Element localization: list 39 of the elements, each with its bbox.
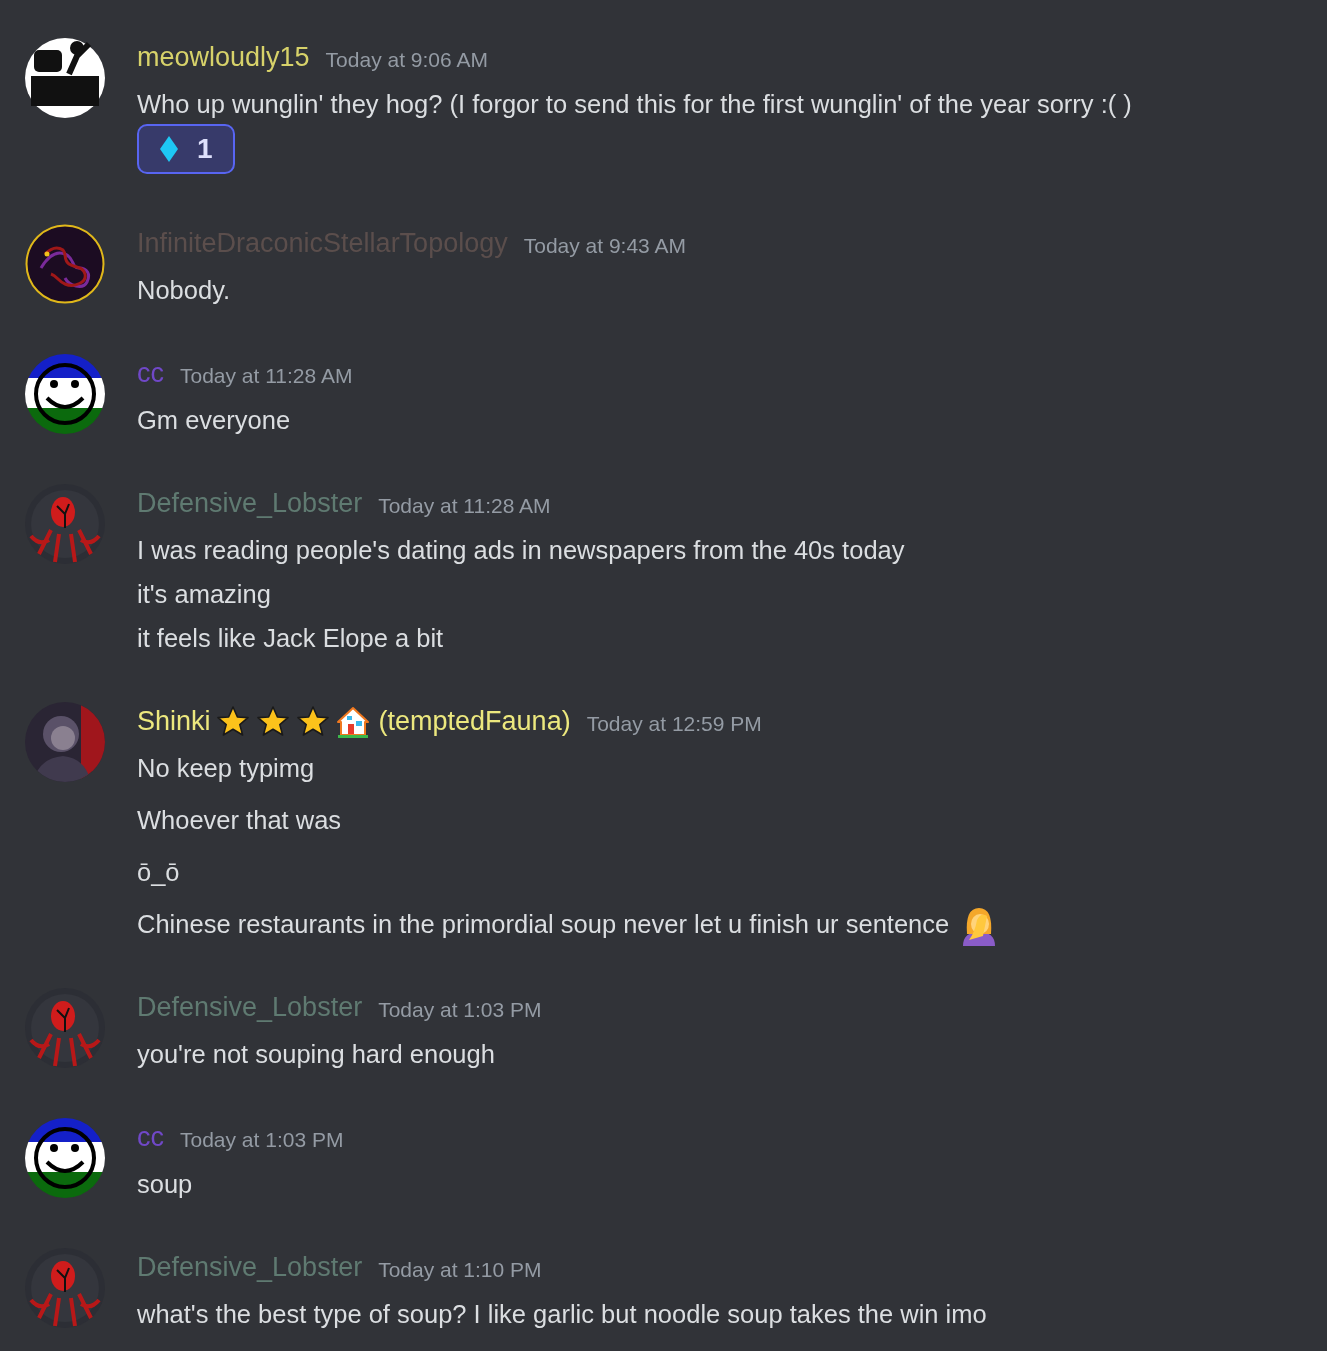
reaction-button[interactable]: 1 [137,124,235,174]
author-name[interactable]: (temptedFauna) [378,707,571,737]
smiley-avatar-icon[interactable] [25,1118,105,1198]
author-name[interactable]: Shinki [137,707,211,737]
house-icon [334,704,371,740]
message-text: No keep typimg [137,753,315,784]
message-text: it feels like Jack Elope a bit [137,623,444,654]
lobster-avatar-icon[interactable] [25,1248,105,1328]
message-text: Gm everyone [137,405,291,436]
timestamp: Today at 9:43 AM [523,232,686,259]
lobster-avatar-icon[interactable] [25,484,105,564]
message-text: Who up wunglin' they hog? (I forgor to send this for the first wunglin' of the year sorry :( ) [137,89,1132,120]
author-name[interactable]: cc [137,359,164,389]
message-text: Whoever that was [137,805,342,836]
author-name[interactable]: meowloudly15 [137,43,310,73]
diamond-icon [159,136,179,162]
timestamp: Today at 1:03 PM [378,996,542,1023]
timestamp: Today at 11:28 AM [180,362,353,389]
smiley-avatar-icon[interactable] [25,354,105,434]
message-text: you're not souping hard enough [137,1039,495,1070]
message-text: I was reading people's dating ads in newspapers from the 40s today [137,535,905,566]
message-text: soup [137,1169,193,1200]
author-name[interactable]: Defensive_Lobster [137,993,363,1023]
message-text: what's the best type of soup? I like garlic but noodle soup takes the win imo [137,1299,987,1330]
lobster-avatar-icon[interactable] [25,988,105,1068]
timestamp: Today at 1:03 PM [180,1126,344,1153]
author-name[interactable]: Defensive_Lobster [137,489,363,519]
message-text: Nobody. [137,275,231,306]
timestamp: Today at 12:59 PM [586,710,762,737]
message-text: it's amazing [137,579,271,610]
timestamp: Today at 9:06 AM [325,46,488,73]
timestamp: Today at 1:10 PM [378,1256,542,1283]
dragon-avatar-icon[interactable] [25,224,105,304]
sign-avatar-icon[interactable] [25,38,105,118]
message-text: ō_ō [137,857,180,888]
author-name[interactable]: cc [137,1123,164,1153]
message-text: Chinese restaurants in the primordial soup never let u finish ur sentence [137,909,950,940]
author-name[interactable]: Defensive_Lobster [137,1253,363,1283]
timestamp: Today at 11:28 AM [378,492,551,519]
